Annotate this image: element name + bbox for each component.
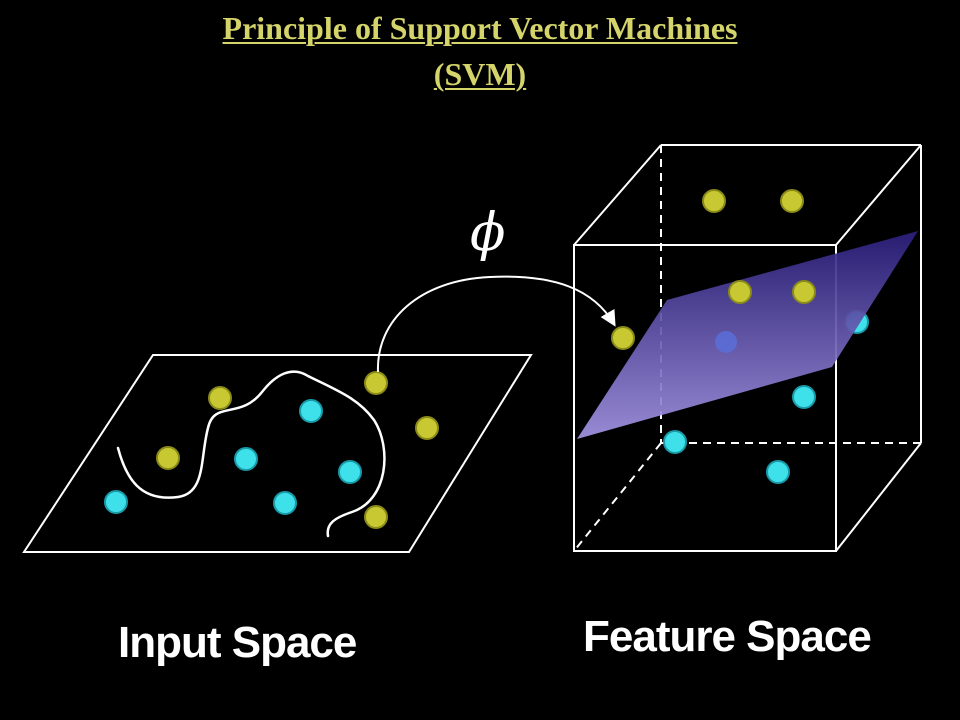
cube-hidden-edge: [573, 442, 662, 552]
class-a-point: [415, 416, 439, 440]
class-b-point: [234, 447, 258, 471]
class-a-point: [208, 386, 232, 410]
class-b-point: [663, 430, 687, 454]
class-b-point: [338, 460, 362, 484]
input-space-plane: [22, 354, 533, 553]
class-a-point: [364, 505, 388, 529]
class-b-point-behind-plane: [715, 331, 737, 353]
class-a-point: [611, 326, 635, 350]
class-a-point: [702, 189, 726, 213]
class-b-point: [299, 399, 323, 423]
cube-edge: [835, 442, 922, 552]
curved-arrow-icon: [376, 275, 616, 373]
class-a-point: [792, 280, 816, 304]
class-b-point: [273, 491, 297, 515]
class-a-point: [364, 371, 388, 395]
input-space-caption: Input Space: [118, 618, 357, 667]
class-a-point: [728, 280, 752, 304]
class-b-point: [104, 490, 128, 514]
cube-edge: [573, 144, 662, 246]
class-a-point: [156, 446, 180, 470]
class-a-point: [780, 189, 804, 213]
class-b-point: [792, 385, 816, 409]
phi-symbol: ϕ: [470, 203, 505, 263]
cube-edge: [835, 144, 922, 246]
feature-space-caption: Feature Space: [583, 612, 872, 661]
slide: Principle of Support Vector Machines (SV…: [0, 0, 960, 720]
class-b-point: [766, 460, 790, 484]
